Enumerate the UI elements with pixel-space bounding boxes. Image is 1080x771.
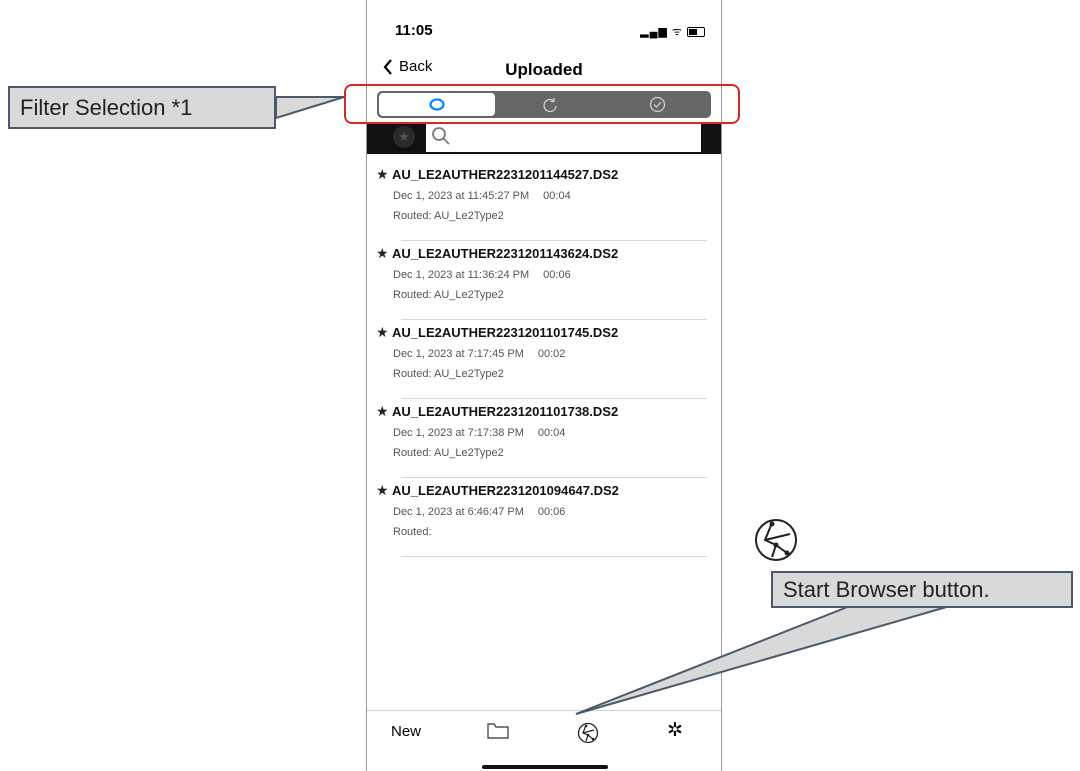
home-indicator <box>482 765 608 769</box>
recording-list: ★ AU_LE2AUTHER2231201144527.DS2 Dec 1, 2… <box>367 162 721 557</box>
recording-date: Dec 1, 2023 at 6:46:47 PM <box>393 506 524 518</box>
star-icon[interactable]: ★ <box>376 403 389 420</box>
star-icon[interactable]: ★ <box>376 324 389 341</box>
star-icon: ★ <box>398 129 410 144</box>
recording-duration: 00:06 <box>537 506 566 518</box>
start-browser-button[interactable] <box>577 722 599 744</box>
battery-icon <box>687 27 705 38</box>
recording-date: Dec 1, 2023 at 7:17:45 PM <box>393 348 524 360</box>
status-time: 11:05 <box>395 22 433 39</box>
recording-route: Routed: AU_Le2Type2 <box>393 210 504 222</box>
recording-route: Routed: <box>393 526 432 538</box>
recording-name: AU_LE2AUTHER2231201143624.DS2 <box>392 246 619 261</box>
gear-icon: ✲ <box>667 720 683 741</box>
recording-duration: 00:04 <box>543 190 571 202</box>
filter-selection-callout: Filter Selection *1 <box>8 86 276 129</box>
search-bar: ★ <box>367 122 721 154</box>
star-icon[interactable]: ★ <box>376 166 389 183</box>
settings-button[interactable]: ✲ <box>667 719 683 742</box>
recording-name: AU_LE2AUTHER2231201101745.DS2 <box>392 325 619 340</box>
search-icon <box>432 127 450 145</box>
bottom-tab-bar: New ✲ <box>367 710 721 771</box>
list-item[interactable]: ★ AU_LE2AUTHER2231201094647.DS2 Dec 1, 2… <box>367 478 721 557</box>
recording-route: Routed: AU_Le2Type2 <box>393 289 504 301</box>
recording-date: Dec 1, 2023 at 11:45:27 PM <box>393 190 530 202</box>
start-browser-callout: Start Browser button. <box>771 571 1073 608</box>
list-item[interactable]: ★ AU_LE2AUTHER2231201101738.DS2 Dec 1, 2… <box>367 399 721 478</box>
recording-date: Dec 1, 2023 at 11:36:24 PM <box>393 269 530 281</box>
star-filter-button[interactable]: ★ <box>393 126 415 148</box>
star-icon[interactable]: ★ <box>376 245 389 262</box>
recording-name: AU_LE2AUTHER2231201144527.DS2 <box>392 167 619 182</box>
star-icon[interactable]: ★ <box>376 482 389 499</box>
recording-name: AU_LE2AUTHER2231201094647.DS2 <box>392 483 619 498</box>
search-input[interactable] <box>426 124 701 152</box>
folder-button[interactable] <box>487 722 509 740</box>
divider <box>401 556 707 557</box>
recording-route: Routed: AU_Le2Type2 <box>393 368 504 380</box>
recording-duration: 00:06 <box>543 269 571 281</box>
recording-name: AU_LE2AUTHER2231201101738.DS2 <box>392 404 619 419</box>
list-item[interactable]: ★ AU_LE2AUTHER2231201101745.DS2 Dec 1, 2… <box>367 320 721 399</box>
recording-duration: 00:04 <box>537 427 566 439</box>
list-item[interactable]: ★ AU_LE2AUTHER2231201143624.DS2 Dec 1, 2… <box>367 241 721 320</box>
wifi-icon: ᯤ <box>671 26 683 38</box>
filter-callout-pointer <box>275 96 345 120</box>
recording-date: Dec 1, 2023 at 7:17:38 PM <box>393 427 524 439</box>
status-icons: ▂▄▆ ᯤ <box>640 24 705 39</box>
recording-route: Routed: AU_Le2Type2 <box>393 447 504 459</box>
page-title: Uploaded <box>505 60 583 79</box>
new-button[interactable]: New <box>391 723 421 740</box>
signal-icon: ▂▄▆ <box>640 26 668 38</box>
browser-icon <box>577 722 599 744</box>
recording-duration: 00:02 <box>537 348 566 360</box>
filter-highlight-box <box>344 84 740 124</box>
browser-icon <box>755 519 797 561</box>
list-item[interactable]: ★ AU_LE2AUTHER2231201144527.DS2 Dec 1, 2… <box>367 162 721 241</box>
folder-icon <box>487 723 509 739</box>
